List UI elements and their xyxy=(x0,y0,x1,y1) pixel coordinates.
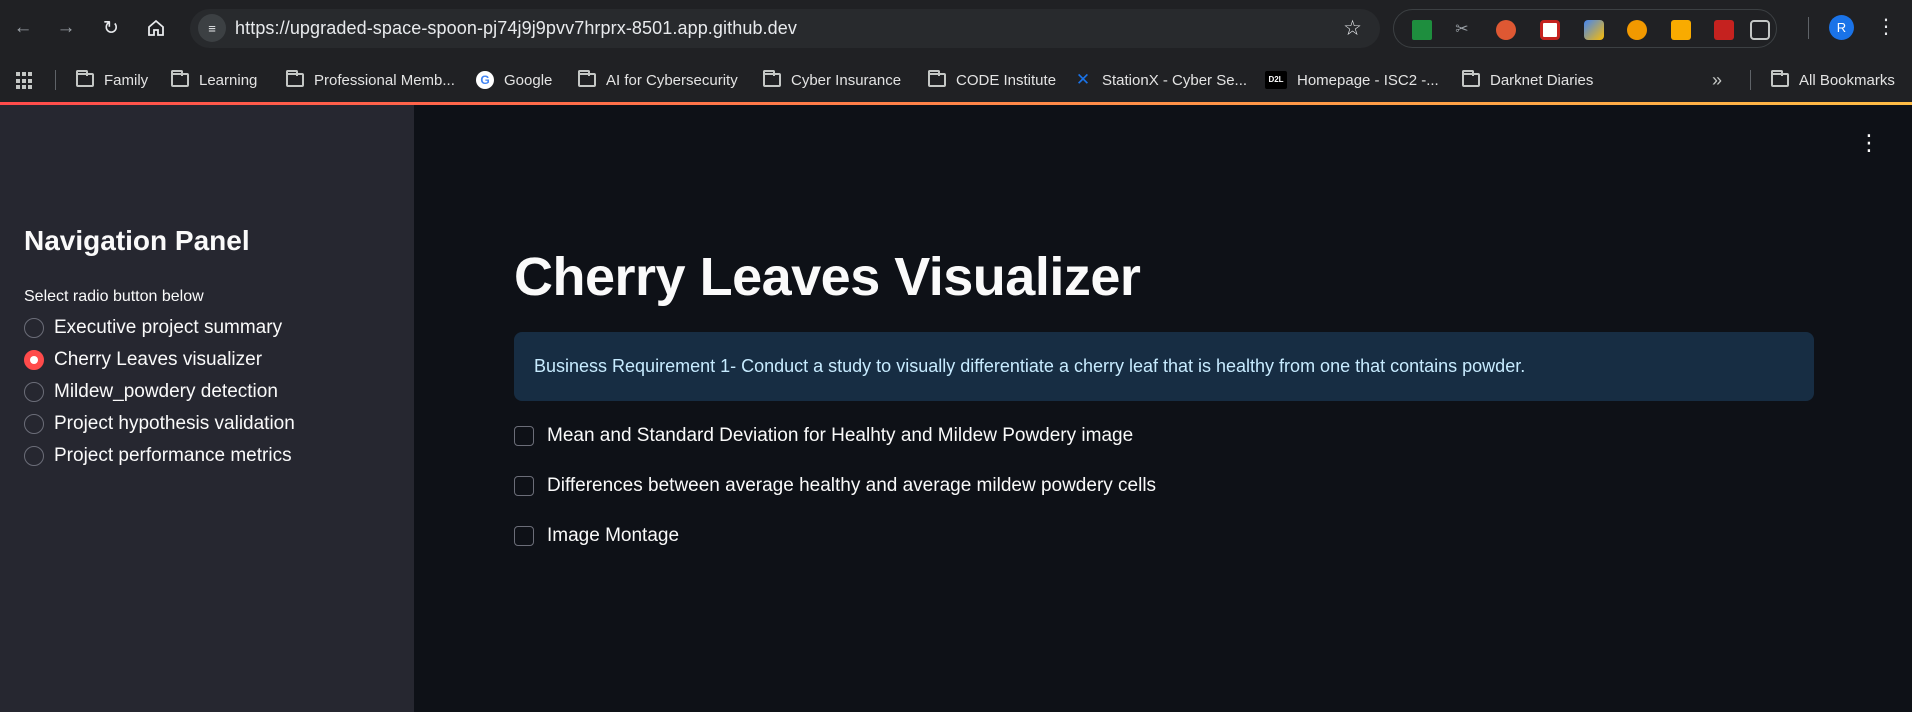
url-text[interactable]: https://upgraded-space-spoon-pj74j9j9pvv… xyxy=(235,9,797,48)
radio-executive-summary[interactable]: Executive project summary xyxy=(24,312,295,344)
d2l-icon: D2L xyxy=(1265,71,1287,89)
bookmark-label: Darknet Diaries xyxy=(1490,71,1594,89)
folder-icon xyxy=(1462,70,1480,87)
toolbar-divider xyxy=(1808,17,1809,39)
cookie-extension-icon[interactable] xyxy=(1627,20,1647,40)
scissors-extension-icon[interactable]: ✂ xyxy=(1452,20,1472,40)
bookmark-label: CODE Institute xyxy=(956,71,1057,89)
radio-label: Executive project summary xyxy=(54,317,283,338)
stationx-icon: ✕ xyxy=(1075,70,1091,89)
radio-cherry-leaves-visualizer[interactable]: Cherry Leaves visualizer xyxy=(24,344,295,376)
bookmark-cyber-insurance[interactable]: Cyber Insurance xyxy=(763,58,901,102)
folder-icon xyxy=(286,70,304,87)
bookmark-label: Cyber Insurance xyxy=(791,71,902,89)
download-extension-icon[interactable] xyxy=(1412,20,1432,40)
back-icon[interactable]: ← xyxy=(8,13,38,43)
duckduckgo-extension-icon[interactable] xyxy=(1496,20,1516,40)
checkbox-label: Differences between average healthy and … xyxy=(547,475,1157,496)
radio-unchecked-icon[interactable] xyxy=(24,318,44,338)
more-bookmarks-icon[interactable]: » xyxy=(1712,58,1722,102)
checkbox-unchecked-icon[interactable] xyxy=(514,426,534,446)
radio-unchecked-icon[interactable] xyxy=(24,446,44,466)
reload-icon[interactable]: ↻ xyxy=(96,13,126,43)
radio-checked-icon[interactable] xyxy=(24,350,44,370)
radio-label: Project hypothesis validation xyxy=(54,413,295,434)
bookmarks-bar: Family Learning Professional Memb... G Go… xyxy=(0,58,1912,102)
bookmarks-separator xyxy=(1750,70,1751,90)
info-alert: Business Requirement 1- Conduct a study … xyxy=(514,332,1814,401)
radio-hypothesis-validation[interactable]: Project hypothesis validation xyxy=(24,408,295,440)
bookmark-ai-cybersecurity[interactable]: AI for Cybersecurity xyxy=(578,58,738,102)
mcafee-extension-icon[interactable] xyxy=(1540,20,1560,40)
radio-caption: Select radio button below xyxy=(24,288,204,305)
all-bookmarks[interactable]: All Bookmarks xyxy=(1771,58,1895,102)
bookmark-label: Google xyxy=(504,71,553,89)
grammar-extension-icon[interactable] xyxy=(1671,20,1691,40)
folder-icon xyxy=(763,70,781,87)
apps-grid-icon[interactable] xyxy=(16,72,34,90)
bookmark-label: AI for Cybersecurity xyxy=(606,71,738,89)
bookmark-label: Homepage - ISC2 -... xyxy=(1297,71,1439,89)
folder-icon xyxy=(76,70,94,87)
bookmark-google[interactable]: G Google xyxy=(476,58,552,102)
extensions-bar: ✂ xyxy=(1393,9,1777,48)
app-menu-icon[interactable]: ⋮ xyxy=(1858,128,1880,158)
folder-icon xyxy=(578,70,596,87)
folder-icon xyxy=(928,70,946,87)
checkbox-label: Mean and Standard Deviation for Healhty … xyxy=(547,425,1134,446)
radio-unchecked-icon[interactable] xyxy=(24,382,44,402)
extensions-puzzle-icon[interactable] xyxy=(1750,20,1770,40)
checkbox-unchecked-icon[interactable] xyxy=(514,526,534,546)
profile-avatar[interactable]: R xyxy=(1829,15,1854,40)
checkbox-differences[interactable]: Differences between average healthy and … xyxy=(514,471,1156,501)
browser-toolbar: ← → ↻ ≡ https://upgraded-space-spoon-pj7… xyxy=(0,0,1912,58)
site-info-icon[interactable]: ≡ xyxy=(198,14,226,42)
page-title: Cherry Leaves Visualizer xyxy=(514,247,1141,307)
radio-label: Cherry Leaves visualizer xyxy=(54,349,263,370)
navigation-radio-group: Executive project summary Cherry Leaves … xyxy=(24,312,295,472)
bookmark-stationx[interactable]: ✕ StationX - Cyber Se... xyxy=(1074,58,1247,102)
bookmark-label: Professional Memb... xyxy=(314,71,455,89)
sidebar-title: Navigation Panel xyxy=(24,225,250,256)
bookmark-label: Family xyxy=(104,71,149,89)
bookmarks-divider xyxy=(55,70,56,90)
bookmark-code-institute[interactable]: CODE Institute xyxy=(928,58,1056,102)
radio-performance-metrics[interactable]: Project performance metrics xyxy=(24,440,295,472)
radio-label: Mildew_powdery detection xyxy=(54,381,278,402)
bookmark-learning[interactable]: Learning xyxy=(171,58,257,102)
forward-icon[interactable]: → xyxy=(51,13,81,43)
checkbox-unchecked-icon[interactable] xyxy=(514,476,534,496)
bookmark-star-icon[interactable]: ☆ xyxy=(1343,9,1362,48)
bookmark-family[interactable]: Family xyxy=(76,58,148,102)
checkbox-label: Image Montage xyxy=(547,525,680,546)
all-bookmarks-label: All Bookmarks xyxy=(1799,71,1895,89)
folder-icon xyxy=(1771,70,1789,87)
folder-icon xyxy=(171,70,189,87)
bookmark-label: Learning xyxy=(199,71,258,89)
checkbox-mean-std[interactable]: Mean and Standard Deviation for Healhty … xyxy=(514,421,1133,451)
radio-label: Project performance metrics xyxy=(54,445,292,466)
bookmark-professional[interactable]: Professional Memb... xyxy=(286,58,455,102)
checkbox-image-montage[interactable]: Image Montage xyxy=(514,521,679,551)
adobe-pdf-extension-icon[interactable] xyxy=(1714,20,1734,40)
address-bar[interactable]: ≡ https://upgraded-space-spoon-pj74j9j9p… xyxy=(190,9,1380,48)
google-icon: G xyxy=(476,71,494,89)
bookmark-darknet-diaries[interactable]: Darknet Diaries xyxy=(1462,58,1593,102)
home-icon[interactable] xyxy=(141,13,171,43)
sidebar: Navigation Panel Select radio button bel… xyxy=(0,105,414,712)
browser-menu-icon[interactable]: ⋮ xyxy=(1876,12,1896,42)
bookmark-label: StationX - Cyber Se... xyxy=(1102,71,1248,89)
radio-mildew-detection[interactable]: Mildew_powdery detection xyxy=(24,376,295,408)
colorful-extension-icon[interactable] xyxy=(1584,20,1604,40)
bookmark-isc2[interactable]: D2L Homepage - ISC2 -... xyxy=(1265,58,1439,102)
radio-unchecked-icon[interactable] xyxy=(24,414,44,434)
